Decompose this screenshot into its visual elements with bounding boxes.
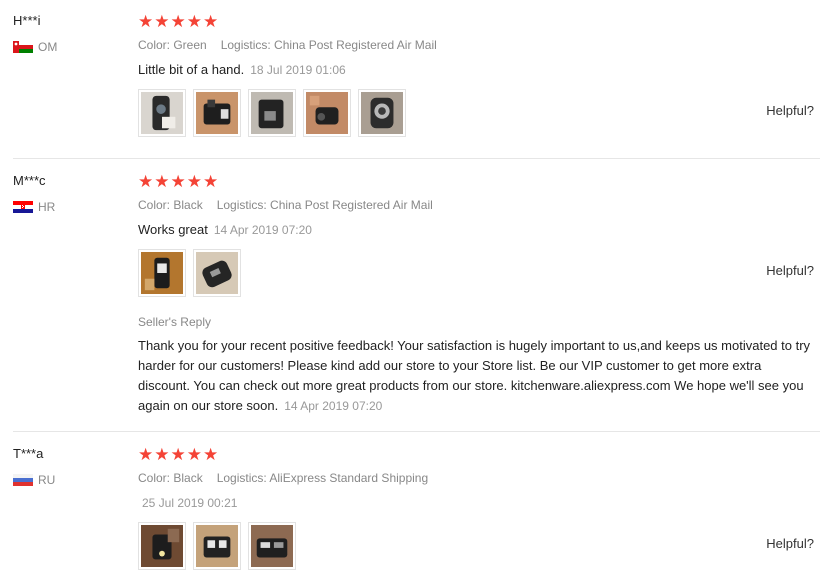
review-text-line: Little bit of a hand. 18 Jul 2019 01:06	[138, 62, 346, 77]
review-photo-thumbnail[interactable]	[248, 89, 296, 137]
star-rating: ★★★★★	[138, 172, 220, 191]
logistics-info: Logistics: AliExpress Standard Shipping	[216, 471, 429, 485]
review-photos	[138, 89, 413, 137]
seller-reply: Thank you for your recent positive feedb…	[138, 336, 814, 416]
croatia-flag-icon	[13, 201, 33, 213]
reviewer-name: M***c	[13, 173, 46, 188]
review-photo-thumbnail[interactable]	[358, 89, 406, 137]
reviewer-country: OM	[13, 40, 57, 54]
helpful-button[interactable]: Helpful?	[766, 103, 814, 118]
reviewer-country: HR	[13, 200, 55, 214]
star-rating: ★★★★★	[138, 12, 220, 31]
review-photo-thumbnail[interactable]	[303, 89, 351, 137]
logistics-info: Logistics: China Post Registered Air Mai…	[216, 198, 433, 212]
country-code: OM	[38, 40, 58, 54]
reviewer-country: RU	[13, 473, 55, 487]
product-color: Color: Green	[138, 38, 207, 52]
star-rating: ★★★★★	[138, 445, 220, 464]
product-color: Color: Black	[138, 198, 203, 212]
helpful-button[interactable]: Helpful?	[766, 263, 814, 278]
review-date: 18 Jul 2019 01:06	[250, 63, 346, 77]
review-meta: Color: Black Logistics: AliExpress Standa…	[138, 471, 428, 485]
seller-reply-date: 14 Apr 2019 07:20	[284, 399, 383, 413]
review-date: 25 Jul 2019 00:21	[142, 496, 238, 510]
country-code: RU	[38, 473, 56, 487]
russia-flag-icon	[13, 474, 33, 486]
review-text-line: Works great 14 Apr 2019 07:20	[138, 222, 312, 237]
logistics-info: Logistics: China Post Registered Air Mai…	[220, 38, 437, 52]
reviewer-name: T***a	[13, 446, 44, 461]
review-text: Works great	[138, 222, 208, 237]
review-photo-thumbnail[interactable]	[138, 249, 186, 297]
review-photo-thumbnail[interactable]	[193, 522, 241, 570]
product-color: Color: Black	[138, 471, 203, 485]
review-photo-thumbnail[interactable]	[193, 89, 241, 137]
review-divider	[13, 431, 820, 432]
helpful-button[interactable]: Helpful?	[766, 536, 814, 551]
review-text: Little bit of a hand.	[138, 62, 245, 77]
review-divider	[13, 158, 820, 159]
country-code: HR	[38, 200, 56, 214]
review-photos	[138, 522, 303, 570]
review-meta: Color: Black Logistics: China Post Regist…	[138, 198, 433, 212]
review-photos	[138, 249, 248, 297]
review-photo-thumbnail[interactable]	[193, 249, 241, 297]
review-meta: Color: Green Logistics: China Post Regist…	[138, 38, 437, 52]
seller-reply-text: Thank you for your recent positive feedb…	[138, 338, 811, 413]
review-text-line: 25 Jul 2019 00:21	[138, 495, 237, 510]
reviewer-name: H***i	[13, 13, 41, 28]
review-photo-thumbnail[interactable]	[138, 522, 186, 570]
review-photo-thumbnail[interactable]	[248, 522, 296, 570]
review-photo-thumbnail[interactable]	[138, 89, 186, 137]
review-date: 14 Apr 2019 07:20	[213, 223, 312, 237]
seller-reply-label: Seller's Reply	[138, 315, 211, 329]
oman-flag-icon	[13, 41, 33, 53]
